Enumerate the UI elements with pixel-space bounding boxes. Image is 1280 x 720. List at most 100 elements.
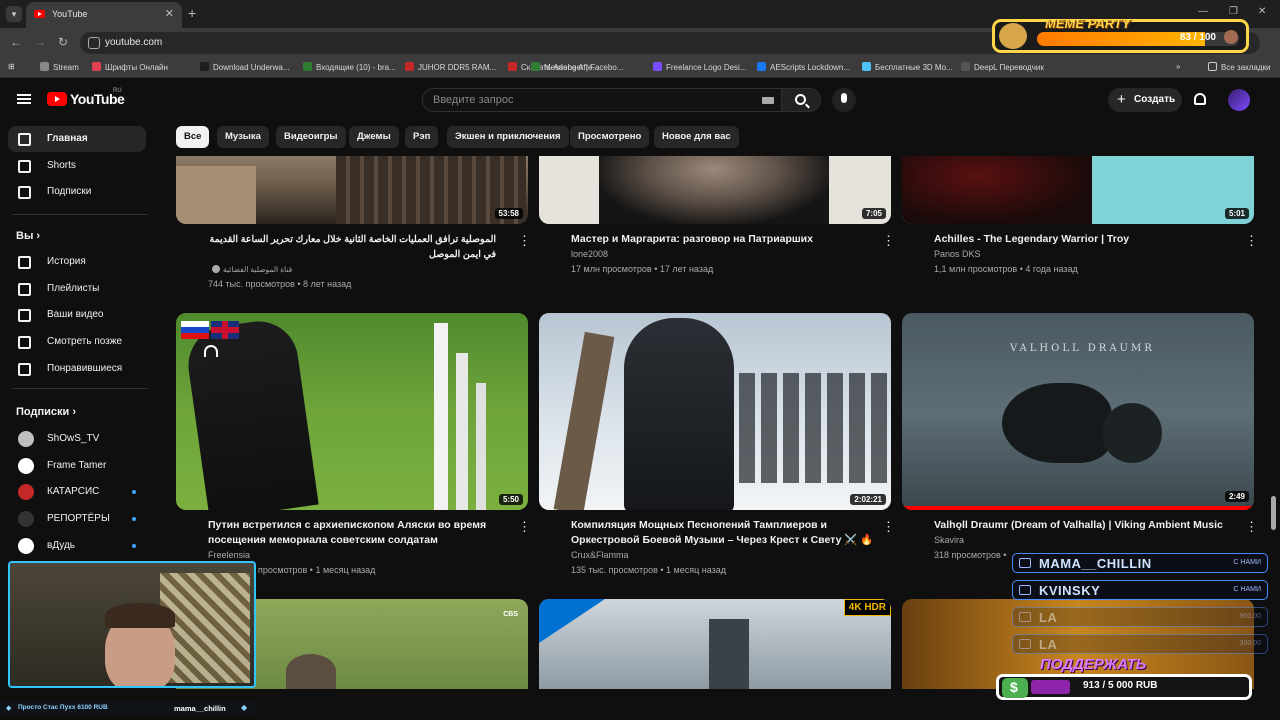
verified-icon [212,265,220,273]
logo-region: RU [113,88,122,94]
channel-name[interactable]: Skavira [934,534,964,547]
browser-tab[interactable]: YouTube ✕ [26,2,182,28]
filter-chip[interactable]: Рэп [405,126,439,148]
video-title[interactable]: Valhǫll Draumr (Dream of Valhalla) | Vik… [934,518,1234,533]
subscription-label: РЕПОРТЁРЫ [47,513,110,525]
sidebar-item[interactable]: Понравившиеся [8,356,146,382]
filter-chip[interactable]: Просмотрено [570,126,650,148]
bookmarks-overflow-icon[interactable]: » [1176,62,1180,71]
video-thumbnail[interactable]: 4K HDR [539,599,891,689]
video-title[interactable]: Achilles - The Legendary Warrior | Troy [934,232,1234,247]
bookmark-label: Freelance Logo Desi... [666,63,747,72]
bookmark-item[interactable]: Бесплатные 3D Мо... [862,62,953,72]
donate-title: ПОДДЕРЖАТЬ [1040,656,1147,673]
channel-name[interactable]: lone2008 [571,248,608,261]
diamond-icon: ◆ [6,705,12,712]
video-thumbnail[interactable]: 5:50 [176,313,528,510]
voice-search-button[interactable] [832,88,856,112]
video-more-icon[interactable] [518,519,531,535]
sidebar-item[interactable]: История [8,249,146,275]
search-button[interactable] [781,88,821,112]
sidebar-item[interactable]: Главная [8,126,146,152]
maximize-icon[interactable]: ❐ [1229,6,1238,17]
video-meta: 17 млн просмотров • 17 лет назад [571,264,714,274]
sidebar-subscriptions-heading[interactable]: Подписки › [16,406,76,418]
reload-icon[interactable]: ↻ [58,35,68,49]
history-icon [18,256,31,269]
channel-name[interactable]: قناة الموصلية الفضائية [212,263,292,276]
channel-avatar [18,537,34,554]
bookmark-item[interactable]: Stream [40,62,79,72]
apps-icon[interactable]: ⊞ [8,62,15,71]
video-more-icon[interactable] [882,519,895,535]
account-avatar[interactable] [1228,89,1250,111]
channel-name[interactable]: Crux&Flamma [571,549,629,562]
filter-chip[interactable]: Музыка [217,126,269,148]
video-more-icon[interactable] [518,233,531,249]
minimize-icon[interactable]: — [1198,6,1208,17]
bookmark-item[interactable]: JUHOR DDR5 RAM... [405,62,496,72]
keyboard-icon[interactable] [762,97,774,104]
bookmark-item[interactable]: Download Underwa... [200,62,289,72]
sidebar-you-heading[interactable]: Вы › [16,230,40,242]
video-thumbnail[interactable]: VALHOLL DRAUMR 2:49 [902,313,1254,510]
create-button[interactable]: + Создать [1108,88,1182,112]
sidebar-item[interactable]: Смотреть позже [8,329,146,355]
video-thumbnail[interactable]: 2:02:21 [539,313,891,510]
video-more-icon[interactable] [1245,233,1258,249]
video-title[interactable]: Мастер и Маргарита: разговор на Патриарш… [571,232,871,247]
sidebar-item[interactable]: Подписки [8,179,146,205]
video-more-icon[interactable] [882,233,895,249]
video-thumbnail[interactable]: 53:58 [176,156,528,224]
subscription-label: Frame Tamer [47,459,107,471]
all-bookmarks-label: Все закладки [1221,63,1271,72]
sidebar-item-label: Смотреть позже [47,336,123,348]
video-thumbnail[interactable]: 5:01 [902,156,1254,224]
bookmark-item[interactable]: DeepL Переводчик [961,62,1044,72]
video-title[interactable]: الموصلية ترافق العمليات الخاصة الثانية خ… [208,232,496,262]
video-meta: 318 просмотров • [934,550,1007,560]
video-more-icon[interactable] [1245,519,1258,535]
search-input[interactable]: Введите запрос [422,88,782,112]
tab-close-icon[interactable]: ✕ [165,7,174,20]
new-tab-icon[interactable]: + [188,5,196,21]
bookmark-item[interactable]: Freelance Logo Desi... [653,62,747,72]
video-thumbnail[interactable]: 7:05 [539,156,891,224]
sidebar-item[interactable]: Shorts [8,153,146,179]
video-title[interactable]: Путин встретился с архиепископом Аляски … [208,518,508,548]
filter-chip[interactable]: Все [176,126,210,148]
youtube-logo-icon[interactable] [47,92,67,106]
subscription-item[interactable]: Frame Tamer [8,453,146,479]
page-scrollbar-thumb[interactable] [1271,496,1276,530]
all-bookmarks[interactable]: Все закладки [1208,62,1270,72]
bookmark-item[interactable]: Messenger | Facebo... [531,62,623,72]
watch-progress-bar [902,506,1254,510]
filter-chip[interactable]: Видеоигры [276,126,346,148]
bookmark-item[interactable]: Шрифты Онлайн [92,62,168,72]
sidebar-item[interactable]: Плейлисты [8,276,146,302]
page-scrollbar[interactable] [1270,124,1276,684]
filter-chip[interactable]: Джемы [349,126,399,148]
subscription-item[interactable]: ShOwS_TV [8,426,146,452]
channel-name[interactable]: Panos DKS [934,248,981,261]
site-info-icon[interactable] [88,37,100,49]
tab-search-icon[interactable]: ▾ [6,6,22,22]
forward-icon[interactable]: → [34,35,46,49]
playlists-icon [18,282,31,296]
back-icon[interactable]: ← [10,35,22,49]
subscription-label: КАТАРСИС [47,486,100,498]
search-placeholder: Введите запрос [433,94,514,106]
filter-chip[interactable]: Экшен и приключения [447,126,569,148]
video-duration: 2:02:21 [850,494,886,505]
subscription-item[interactable]: РЕПОРТЁРЫ [8,506,146,532]
window-close-icon[interactable]: ✕ [1258,6,1266,17]
bookmark-item[interactable]: Входящие (10) - bra... [303,62,396,72]
bookmark-item[interactable]: AEScripts Lockdown... [757,62,850,72]
menu-icon[interactable] [17,94,31,104]
subscription-item[interactable]: КАТАРСИС [8,479,146,505]
sidebar-item[interactable]: Ваши видео [8,302,146,328]
notifications-bell-icon[interactable] [1194,93,1206,105]
video-title[interactable]: Компиляция Мощных Песнопений Тамплиеров … [571,518,876,548]
filter-chip[interactable]: Новое для вас [654,126,739,148]
subscription-item[interactable]: вДудь [8,533,146,559]
